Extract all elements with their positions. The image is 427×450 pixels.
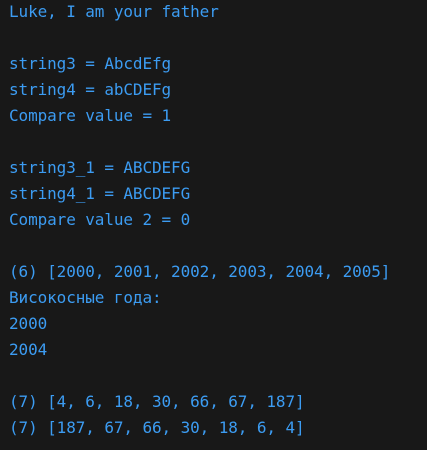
console-line: Високосные года: xyxy=(9,288,162,307)
console-line: (6) [2000, 2001, 2002, 2003, 2004, 2005] xyxy=(9,262,391,281)
console-line: (7) [187, 67, 66, 30, 18, 6, 4] xyxy=(9,418,305,437)
console-line: string4 = abCDEFg xyxy=(9,80,172,99)
console-output: Luke, I am your father string3 = AbcdEfg… xyxy=(0,0,427,450)
console-line: (7) [4, 6, 18, 30, 66, 67, 187] xyxy=(9,392,305,411)
console-line: 2000 xyxy=(9,314,48,333)
console-line: string4_1 = ABCDEFG xyxy=(9,184,191,203)
console-line: string3 = AbcdEfg xyxy=(9,54,172,73)
console-line: string3_1 = ABCDEFG xyxy=(9,158,191,177)
console-line: 2004 xyxy=(9,340,48,359)
console-line: Compare value = 1 xyxy=(9,106,172,125)
console-line: Compare value 2 = 0 xyxy=(9,210,191,229)
console-line: Luke, I am your father xyxy=(9,2,219,21)
